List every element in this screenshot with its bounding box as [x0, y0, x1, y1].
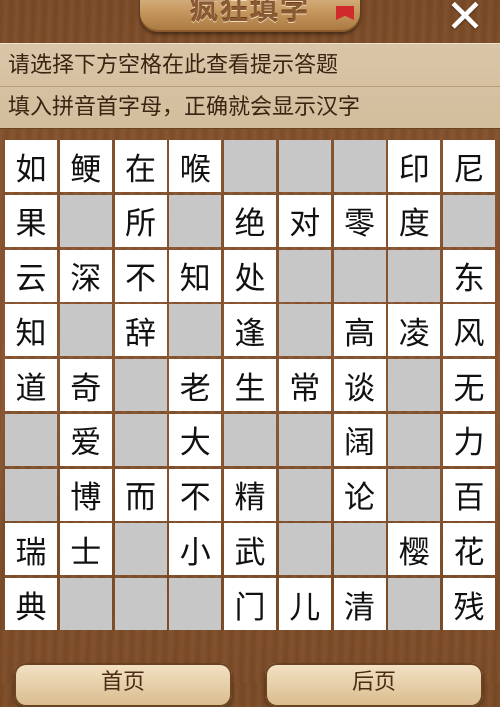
grid-cell-filled[interactable]: 云: [5, 249, 57, 302]
prev-page-button[interactable]: 首页: [14, 663, 232, 707]
hint-line-1: 请选择下方空格在此查看提示答题: [8, 53, 339, 78]
grid-cell-empty[interactable]: [388, 578, 441, 630]
grid-cell-filled[interactable]: 生: [224, 359, 276, 411]
grid-cell-empty[interactable]: [114, 578, 167, 630]
grid-cell-filled[interactable]: 儿: [278, 578, 331, 630]
grid-cell-filled[interactable]: 如: [5, 140, 57, 192]
grid-cell-filled[interactable]: 凌: [388, 304, 441, 357]
grid-cell-empty[interactable]: [278, 523, 331, 576]
hint-panel: 请选择下方空格在此查看提示答题 填入拼音首字母，正确就会显示汉字: [0, 43, 500, 129]
grid-cell-filled[interactable]: 门: [224, 578, 276, 630]
grid-cell-filled[interactable]: 精: [224, 468, 276, 521]
grid-cell-empty[interactable]: [59, 578, 112, 630]
grid-cell-filled[interactable]: 所: [114, 194, 167, 247]
grid-cell-filled[interactable]: 在: [114, 140, 167, 192]
grid-cell-empty[interactable]: [333, 140, 386, 192]
grid-cell-empty[interactable]: [114, 413, 167, 466]
next-page-button[interactable]: 后页: [265, 663, 483, 707]
grid-cell-empty[interactable]: [5, 413, 57, 466]
grid-cell-filled[interactable]: 不: [169, 468, 222, 521]
grid-cell-filled[interactable]: 爱: [59, 413, 112, 466]
grid-cell-filled[interactable]: 老: [169, 359, 222, 411]
close-button[interactable]: ✕: [443, 0, 487, 39]
grid-cell-empty[interactable]: [59, 304, 112, 357]
grid-cell-filled[interactable]: 知: [5, 304, 57, 357]
grid-cell-filled[interactable]: 尼: [443, 140, 495, 192]
grid-cell-filled[interactable]: 处: [224, 249, 276, 302]
grid-cell-filled[interactable]: 度: [388, 194, 441, 247]
grid-cell-filled[interactable]: 鲠: [59, 140, 112, 192]
grid-cell-filled[interactable]: 花: [443, 523, 495, 576]
grid-cell-empty[interactable]: [278, 468, 331, 521]
grid-cell-empty[interactable]: [278, 140, 331, 192]
grid-cell-filled[interactable]: 樱: [388, 523, 441, 576]
grid-cell-empty[interactable]: [333, 249, 386, 302]
grid-cell-filled[interactable]: 论: [333, 468, 386, 521]
grid-cell-empty[interactable]: [278, 249, 331, 302]
grid-cell-empty[interactable]: [333, 523, 386, 576]
grid-cell-filled[interactable]: 风: [443, 304, 495, 357]
grid-cell-filled[interactable]: 常: [278, 359, 331, 411]
grid-cell-filled[interactable]: 残: [443, 578, 495, 630]
grid-cell-empty[interactable]: [169, 304, 222, 357]
grid-cell-filled[interactable]: 知: [169, 249, 222, 302]
grid-cell-filled[interactable]: 谈: [333, 359, 386, 411]
grid-cell-filled[interactable]: 博: [59, 468, 112, 521]
title-banner: 疯狂填字: [140, 0, 360, 32]
grid-cell-empty[interactable]: [169, 578, 222, 630]
grid-cell-filled[interactable]: 百: [443, 468, 495, 521]
grid-cell-filled[interactable]: 清: [333, 578, 386, 630]
grid-cell-filled[interactable]: 东: [443, 249, 495, 302]
grid-cell-filled[interactable]: 士: [59, 523, 112, 576]
grid-cell-filled[interactable]: 高: [333, 304, 386, 357]
grid-cell-empty[interactable]: [388, 468, 441, 521]
grid-cell-filled[interactable]: 典: [5, 578, 57, 630]
grid-cell-filled[interactable]: 武: [224, 523, 276, 576]
grid-cell-empty[interactable]: [443, 194, 495, 247]
grid-cell-filled[interactable]: 不: [114, 249, 167, 302]
grid-cell-empty[interactable]: [278, 304, 331, 357]
grid-cell-empty[interactable]: [224, 413, 276, 466]
grid-cell-empty[interactable]: [59, 194, 112, 247]
crossword-board: 如鲠在喉印尼果所绝对零度云深不知处东知辞逢高凌风道奇老生常谈无爱大阔力博而不精论…: [5, 140, 495, 630]
grid-cell-filled[interactable]: 瑞: [5, 523, 57, 576]
grid-cell-filled[interactable]: 深: [59, 249, 112, 302]
grid-cell-empty[interactable]: [114, 523, 167, 576]
hint-divider: [0, 86, 500, 87]
grid-cell-filled[interactable]: 辞: [114, 304, 167, 357]
grid-cell-filled[interactable]: 绝: [224, 194, 276, 247]
ribbon-icon: [336, 6, 354, 20]
grid-cell-filled[interactable]: 道: [5, 359, 57, 411]
grid-cell-empty[interactable]: [169, 194, 222, 247]
hint-line-2: 填入拼音首字母，正确就会显示汉字: [8, 95, 361, 120]
grid-cell-filled[interactable]: 阔: [333, 413, 386, 466]
grid-cell-filled[interactable]: 大: [169, 413, 222, 466]
grid-cell-filled[interactable]: 小: [169, 523, 222, 576]
grid-cell-filled[interactable]: 而: [114, 468, 167, 521]
grid-cell-filled[interactable]: 对: [278, 194, 331, 247]
grid-cell-empty[interactable]: [114, 359, 167, 411]
grid-cell-empty[interactable]: [278, 413, 331, 466]
grid-cell-filled[interactable]: 零: [333, 194, 386, 247]
grid-cell-filled[interactable]: 喉: [169, 140, 222, 192]
grid-cell-empty[interactable]: [388, 413, 441, 466]
grid-cell-empty[interactable]: [388, 359, 441, 411]
grid-cell-filled[interactable]: 印: [388, 140, 441, 192]
grid-cell-filled[interactable]: 逢: [224, 304, 276, 357]
game-title: 疯狂填字: [189, 0, 310, 26]
grid-cell-empty[interactable]: [224, 140, 276, 192]
grid-cell-filled[interactable]: 果: [5, 194, 57, 247]
grid-cell-filled[interactable]: 力: [443, 413, 495, 466]
grid-cell-empty[interactable]: [388, 249, 441, 302]
grid-cell-empty[interactable]: [5, 468, 57, 521]
grid-cell-filled[interactable]: 奇: [59, 359, 112, 411]
grid-cell-filled[interactable]: 无: [443, 359, 495, 411]
